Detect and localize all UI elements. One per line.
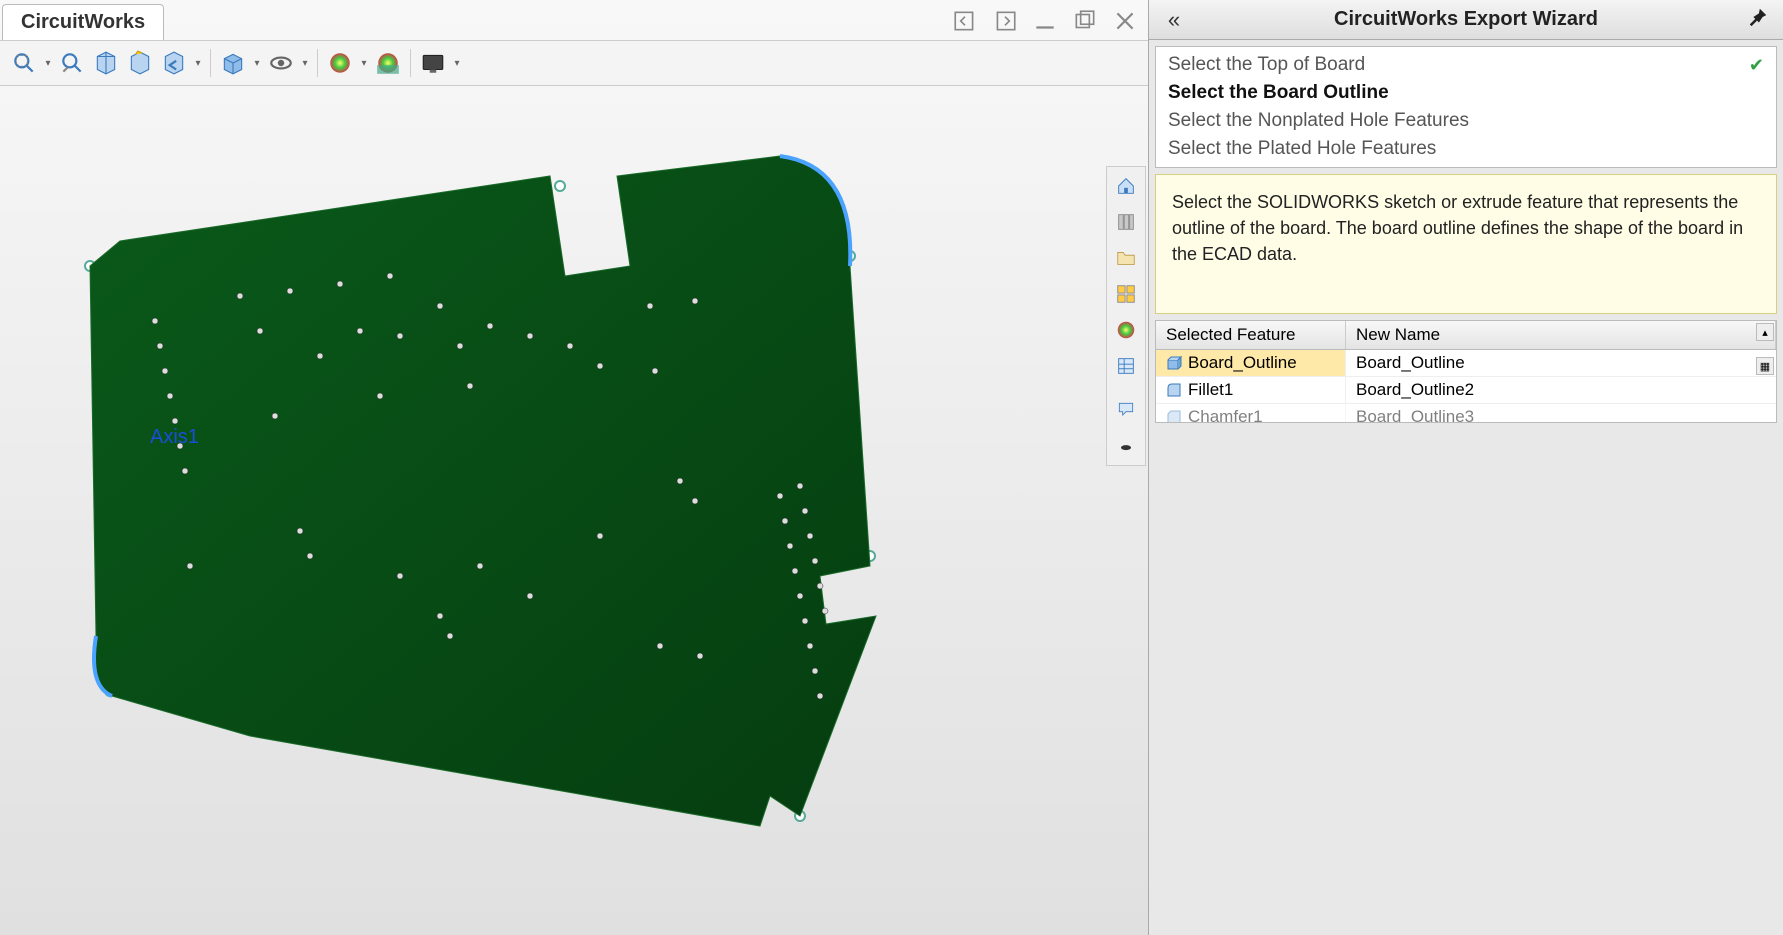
cell-name: Board_Outline3: [1356, 407, 1474, 422]
appearance-icon[interactable]: [324, 47, 356, 79]
custom-properties-icon[interactable]: [1109, 349, 1143, 383]
collapse-panel-icon[interactable]: «: [1159, 7, 1189, 33]
maximize-icon[interactable]: [1072, 8, 1098, 40]
scroll-config-icon[interactable]: ▦: [1756, 357, 1774, 375]
cell-feature: Fillet1: [1188, 380, 1233, 400]
3d-viewport[interactable]: Axis1: [0, 86, 1148, 935]
dot-icon[interactable]: [1109, 429, 1143, 463]
fillet-icon: [1166, 382, 1182, 398]
wizard-step[interactable]: Select the Nonplated Hole Features: [1156, 107, 1776, 135]
appearance-dropdown[interactable]: ▾: [358, 58, 370, 69]
check-icon: ✔: [1749, 55, 1764, 76]
hide-show-dropdown[interactable]: ▾: [299, 58, 311, 69]
wizard-hint-text: Select the SOLIDWORKS sketch or extrude …: [1155, 174, 1777, 314]
previous-view-dropdown[interactable]: ▾: [192, 58, 204, 69]
wizard-panel: « CircuitWorks Export Wizard Select the …: [1148, 0, 1783, 935]
previous-view-icon[interactable]: [158, 47, 190, 79]
zoom-area-icon[interactable]: [56, 47, 88, 79]
wizard-step[interactable]: Select the Board Outline: [1156, 79, 1776, 107]
wizard-step-label: Select the Board Outline: [1168, 82, 1389, 104]
render-dropdown[interactable]: ▾: [451, 58, 463, 69]
title-row: CircuitWorks: [0, 0, 1148, 40]
hide-show-icon[interactable]: [265, 47, 297, 79]
home-tab-icon[interactable]: [1109, 169, 1143, 203]
wizard-step[interactable]: Select the Top of Board ✔: [1156, 51, 1776, 79]
toolbar-separator: [410, 49, 411, 77]
section-view-icon[interactable]: [90, 47, 122, 79]
wizard-step-label: Select the Nonplated Hole Features: [1168, 110, 1469, 132]
design-library-icon[interactable]: [1109, 205, 1143, 239]
wizard-step[interactable]: Select the Plated Hole Features: [1156, 135, 1776, 163]
table-row[interactable]: Chamfer1 Board_Outline3: [1156, 404, 1776, 422]
cell-feature: Board_Outline: [1188, 353, 1297, 373]
app-title-tab[interactable]: CircuitWorks: [2, 4, 164, 40]
minimize-icon[interactable]: [1032, 8, 1058, 40]
table-row[interactable]: Fillet1 Board_Outline2: [1156, 377, 1776, 404]
dynamic-view-icon[interactable]: [124, 47, 156, 79]
table-body: Board_Outline Board_Outline Fillet1 Boar…: [1156, 350, 1776, 422]
cell-name: Board_Outline: [1356, 353, 1465, 373]
file-explorer-icon[interactable]: [1109, 241, 1143, 275]
wizard-step-label: Select the Top of Board: [1168, 54, 1365, 76]
cell-feature: Chamfer1: [1188, 407, 1263, 422]
toolbar-separator: [210, 49, 211, 77]
main-toolbar: ▾ ▾ ▾ ▾ ▾ ▾: [0, 40, 1148, 86]
pcb-board-graphic: [60, 136, 880, 856]
task-pane-toolbar: [1106, 166, 1146, 466]
scroll-up-icon[interactable]: ▴: [1756, 323, 1774, 341]
cell-name: Board_Outline2: [1356, 380, 1474, 400]
view-palette-icon[interactable]: [1109, 277, 1143, 311]
scene-icon[interactable]: [372, 47, 404, 79]
panel-left-icon[interactable]: [952, 8, 978, 40]
wizard-steps-list: Select the Top of Board ✔ Select the Boa…: [1155, 46, 1777, 168]
table-header: Selected Feature New Name: [1156, 321, 1776, 350]
panel-right-icon[interactable]: [992, 8, 1018, 40]
forum-icon[interactable]: [1109, 393, 1143, 427]
render-icon[interactable]: [417, 47, 449, 79]
window-controls: [952, 8, 1138, 40]
display-style-icon[interactable]: [217, 47, 249, 79]
wizard-header: « CircuitWorks Export Wizard: [1149, 0, 1783, 40]
zoom-fit-dropdown[interactable]: ▾: [42, 58, 54, 69]
column-header-feature[interactable]: Selected Feature: [1156, 321, 1346, 349]
main-viewport-area: CircuitWorks ▾ ▾ ▾: [0, 0, 1148, 935]
chamfer-icon: [1166, 409, 1182, 422]
axis-label[interactable]: Axis1: [150, 426, 199, 449]
extrude-icon: [1166, 355, 1182, 371]
toolbar-separator: [317, 49, 318, 77]
feature-table: Selected Feature New Name ▴ ▦ Board_Outl…: [1155, 320, 1777, 423]
wizard-step-label: Select the Plated Hole Features: [1168, 138, 1436, 160]
appearances-tab-icon[interactable]: [1109, 313, 1143, 347]
pin-icon[interactable]: [1743, 6, 1773, 34]
wizard-title: CircuitWorks Export Wizard: [1189, 8, 1743, 31]
zoom-fit-icon[interactable]: [8, 47, 40, 79]
column-header-name[interactable]: New Name: [1346, 321, 1776, 349]
table-row[interactable]: Board_Outline Board_Outline: [1156, 350, 1776, 377]
close-icon[interactable]: [1112, 8, 1138, 40]
display-style-dropdown[interactable]: ▾: [251, 58, 263, 69]
